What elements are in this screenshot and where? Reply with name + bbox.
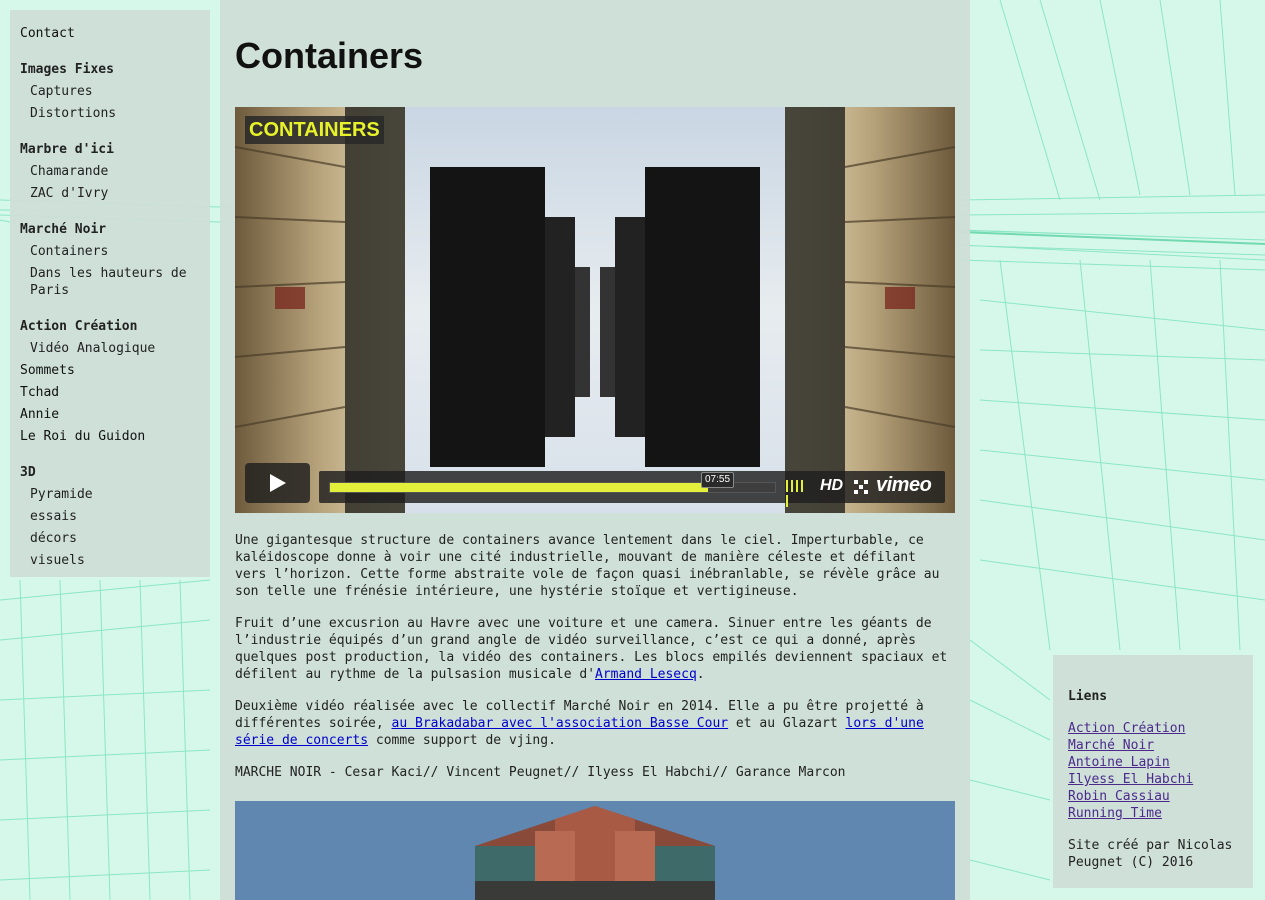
site-credit: Site créé par Nicolas Peugnet (C) 2016: [1068, 838, 1233, 870]
nav-item-sommets[interactable]: Sommets: [20, 360, 210, 382]
nav-contact[interactable]: Contact: [20, 23, 210, 45]
link-armand-lesecq[interactable]: Armand Lesecq: [595, 667, 697, 682]
paragraph-screenings-text-b: et au Glazart: [728, 716, 846, 731]
hd-button[interactable]: HD: [820, 477, 843, 495]
paragraph-origin-end: .: [696, 667, 705, 682]
nav-item-video-analogique[interactable]: Vidéo Analogique: [20, 338, 210, 360]
link-robin-cassiau[interactable]: Robin Cassiau: [1068, 789, 1170, 804]
paragraph-screenings: Deuxième vidéo réalisée avec le collecti…: [235, 698, 955, 749]
video-title-label[interactable]: CONTAINERS: [245, 116, 384, 144]
link-antoine-lapin[interactable]: Antoine Lapin: [1068, 755, 1170, 770]
nav-item-distortions[interactable]: Distortions: [20, 103, 210, 125]
play-button[interactable]: [245, 463, 310, 503]
links-title: Liens: [1068, 689, 1108, 704]
left-navigation: Contact Images Fixes Captures Distortion…: [10, 10, 210, 577]
volume-icon[interactable]: [786, 480, 810, 507]
progress-bar[interactable]: 07:55: [329, 472, 776, 493]
links-sidebar: Liens Action Création Marché Noir Antoin…: [1053, 655, 1253, 888]
nav-item-le-roi-du-guidon[interactable]: Le Roi du Guidon: [20, 426, 210, 448]
nav-item-captures[interactable]: Captures: [20, 81, 210, 103]
photo-scene: [235, 801, 955, 900]
progress-fill: [330, 483, 709, 492]
nav-item-decors[interactable]: décors: [20, 528, 210, 550]
vimeo-logo[interactable]: vimeo: [876, 474, 932, 497]
nav-item-pyramide[interactable]: Pyramide: [20, 484, 210, 506]
video-controls: 07:55 HD vimeo: [319, 471, 945, 507]
link-action-creation[interactable]: Action Création: [1068, 721, 1185, 736]
play-icon: [270, 474, 286, 492]
nav-item-dans-les-hauteurs-de-paris[interactable]: Dans les hauteurs de Paris: [20, 263, 210, 302]
video-player[interactable]: CONTAINERS 07:55 HD vimeo: [235, 107, 955, 513]
nav-group-action-creation[interactable]: Action Création: [20, 316, 210, 338]
paragraph-origin: Fruit d’une excusrion au Havre avec une …: [235, 615, 955, 683]
article-text: Une gigantesque structure de containers …: [235, 532, 955, 796]
paragraph-screenings-text-c: comme support de vjing.: [368, 733, 556, 748]
link-brakadabar[interactable]: au Brakadabar avec l'association Basse C…: [392, 716, 729, 731]
nav-group-marche-noir[interactable]: Marché Noir: [20, 219, 210, 241]
video-frame: [235, 107, 955, 513]
fullscreen-icon[interactable]: [854, 480, 868, 494]
nav-item-containers[interactable]: Containers: [20, 241, 210, 263]
paragraph-credits: MARCHE NOIR - Cesar Kaci// Vincent Peugn…: [235, 765, 846, 780]
link-ilyess-el-habchi[interactable]: Ilyess El Habchi: [1068, 772, 1193, 787]
paragraph-description: Une gigantesque structure de containers …: [235, 533, 940, 599]
nav-group-images-fixes[interactable]: Images Fixes: [20, 59, 210, 81]
paragraph-origin-text: Fruit d’une excusrion au Havre avec une …: [235, 616, 948, 682]
nav-item-essais[interactable]: essais: [20, 506, 210, 528]
nav-group-3d[interactable]: 3D: [20, 462, 210, 484]
page-title: Containers: [235, 35, 424, 76]
containers-photo: [235, 801, 955, 900]
link-running-time[interactable]: Running Time: [1068, 806, 1162, 821]
nav-item-annie[interactable]: Annie: [20, 404, 210, 426]
time-tooltip: 07:55: [701, 472, 735, 488]
nav-item-visuels[interactable]: visuels: [20, 550, 210, 572]
link-marche-noir[interactable]: Marché Noir: [1068, 738, 1154, 753]
nav-group-marbre-dici[interactable]: Marbre d'ici: [20, 139, 210, 161]
nav-item-chamarande[interactable]: Chamarande: [20, 161, 210, 183]
nav-item-zac-divry[interactable]: ZAC d'Ivry: [20, 183, 210, 205]
nav-item-tchad[interactable]: Tchad: [20, 382, 210, 404]
main-content: Containers CONTAINERS 07:55 HD vimeo Une…: [220, 0, 970, 900]
